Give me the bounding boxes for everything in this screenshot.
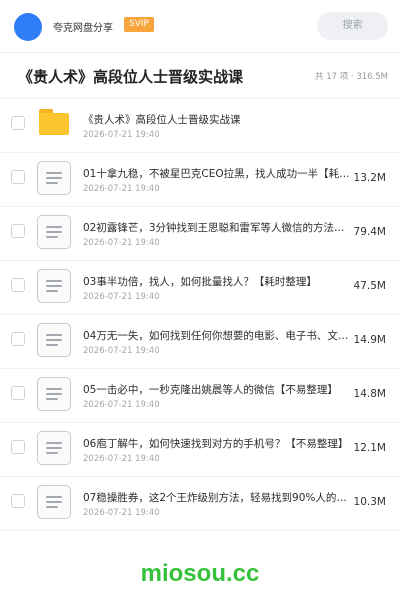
watermark: miosou.cc [140, 560, 260, 587]
file-summary: 共 17 项 · 316.5M [315, 72, 388, 82]
file-date: 2026-07-21 19:40 [83, 400, 160, 410]
file-name: 07稳操胜券，这2个王炸级别方法，轻易找到90%人的微信【耗时整理】 [83, 492, 351, 504]
document-icon [37, 377, 71, 411]
row-checkbox[interactable] [11, 386, 25, 400]
file-name: 02初露锋芒，3分钟找到王思聪和雷军等人微信的方法【不易整理】 [83, 222, 351, 234]
file-date: 2026-07-21 19:40 [83, 238, 160, 248]
row-checkbox[interactable] [11, 440, 25, 454]
file-row[interactable]: 02初露锋芒，3分钟找到王思聪和雷军等人微信的方法【不易整理】 2026-07-2… [0, 207, 400, 261]
file-date: 2026-07-21 19:40 [83, 184, 160, 194]
file-name: 01十拿九稳，不被星巴克CEO拉黑，找人成功一半【耗时整理】.pdf [83, 168, 351, 180]
folder-icon [37, 107, 71, 141]
file-name: 05一击必中，一秒克隆出姚晨等人的微信【不易整理】 [83, 384, 338, 396]
document-icon [37, 431, 71, 465]
row-checkbox[interactable] [11, 170, 25, 184]
file-date: 2026-07-21 19:40 [83, 454, 160, 464]
file-row[interactable]: 04万无一失，如何找到任何你想要的电影、电子书、文档【耗时整理】 2026-07-… [0, 315, 400, 369]
row-checkbox[interactable] [11, 116, 25, 130]
file-row[interactable]: 06庖丁解牛，如何快速找到对方的手机号？【不易整理】 2026-07-21 19:… [0, 423, 400, 477]
file-size: 14.8M [353, 388, 386, 400]
folder-row[interactable]: 《贵人术》高段位人士晋级实战课 2026-07-21 19:40 [0, 99, 400, 153]
row-checkbox[interactable] [11, 494, 25, 508]
file-size: 14.9M [353, 334, 386, 346]
file-date: 2026-07-21 19:40 [83, 346, 160, 356]
file-date: 2026-07-21 19:40 [83, 292, 160, 302]
document-icon [37, 215, 71, 249]
file-name: 04万无一失，如何找到任何你想要的电影、电子书、文档【耗时整理】 [83, 330, 351, 342]
file-row[interactable]: 07稳操胜券，这2个王炸级别方法，轻易找到90%人的微信【耗时整理】 2026-0… [0, 477, 400, 531]
document-icon [37, 269, 71, 303]
file-row[interactable]: 03事半功倍，找人，如何批量找人？【耗时整理】 2026-07-21 19:40 4… [0, 261, 400, 315]
file-date: 2026-07-21 19:40 [83, 508, 160, 518]
file-row[interactable]: 01十拿九稳，不被星巴克CEO拉黑，找人成功一半【耗时整理】.pdf 2026-0… [0, 153, 400, 207]
folder-header: 《贵人术》高段位人士晋级实战课 共 17 项 · 316.5M [0, 53, 400, 99]
file-date: 2026-07-21 19:40 [83, 130, 160, 140]
file-name: 06庖丁解牛，如何快速找到对方的手机号？【不易整理】 [83, 438, 349, 450]
file-size: 12.1M [353, 442, 386, 454]
file-size: 10.3M [353, 496, 386, 508]
file-size: 47.5M [353, 280, 386, 292]
top-bar: 夸克网盘分享 SVIP 搜索 [0, 0, 400, 52]
row-checkbox[interactable] [11, 332, 25, 346]
file-size: 79.4M [353, 226, 386, 238]
document-icon [37, 161, 71, 195]
file-name: 《贵人术》高段位人士晋级实战课 [83, 114, 241, 126]
document-icon [37, 323, 71, 357]
avatar[interactable] [14, 13, 42, 41]
file-list: 《贵人术》高段位人士晋级实战课 2026-07-21 19:40 01十拿九稳，不被… [0, 99, 400, 531]
document-icon [37, 485, 71, 519]
svip-badge: SVIP [124, 17, 154, 32]
row-checkbox[interactable] [11, 278, 25, 292]
file-name: 03事半功倍，找人，如何批量找人？【耗时整理】 [83, 276, 317, 288]
file-size: 13.2M [353, 172, 386, 184]
file-row[interactable]: 05一击必中，一秒克隆出姚晨等人的微信【不易整理】 2026-07-21 19:4… [0, 369, 400, 423]
username: 夸克网盘分享 [53, 23, 113, 34]
row-checkbox[interactable] [11, 224, 25, 238]
search-input[interactable]: 搜索 [317, 12, 388, 40]
page-title: 《贵人术》高段位人士晋级实战课 [18, 68, 244, 86]
